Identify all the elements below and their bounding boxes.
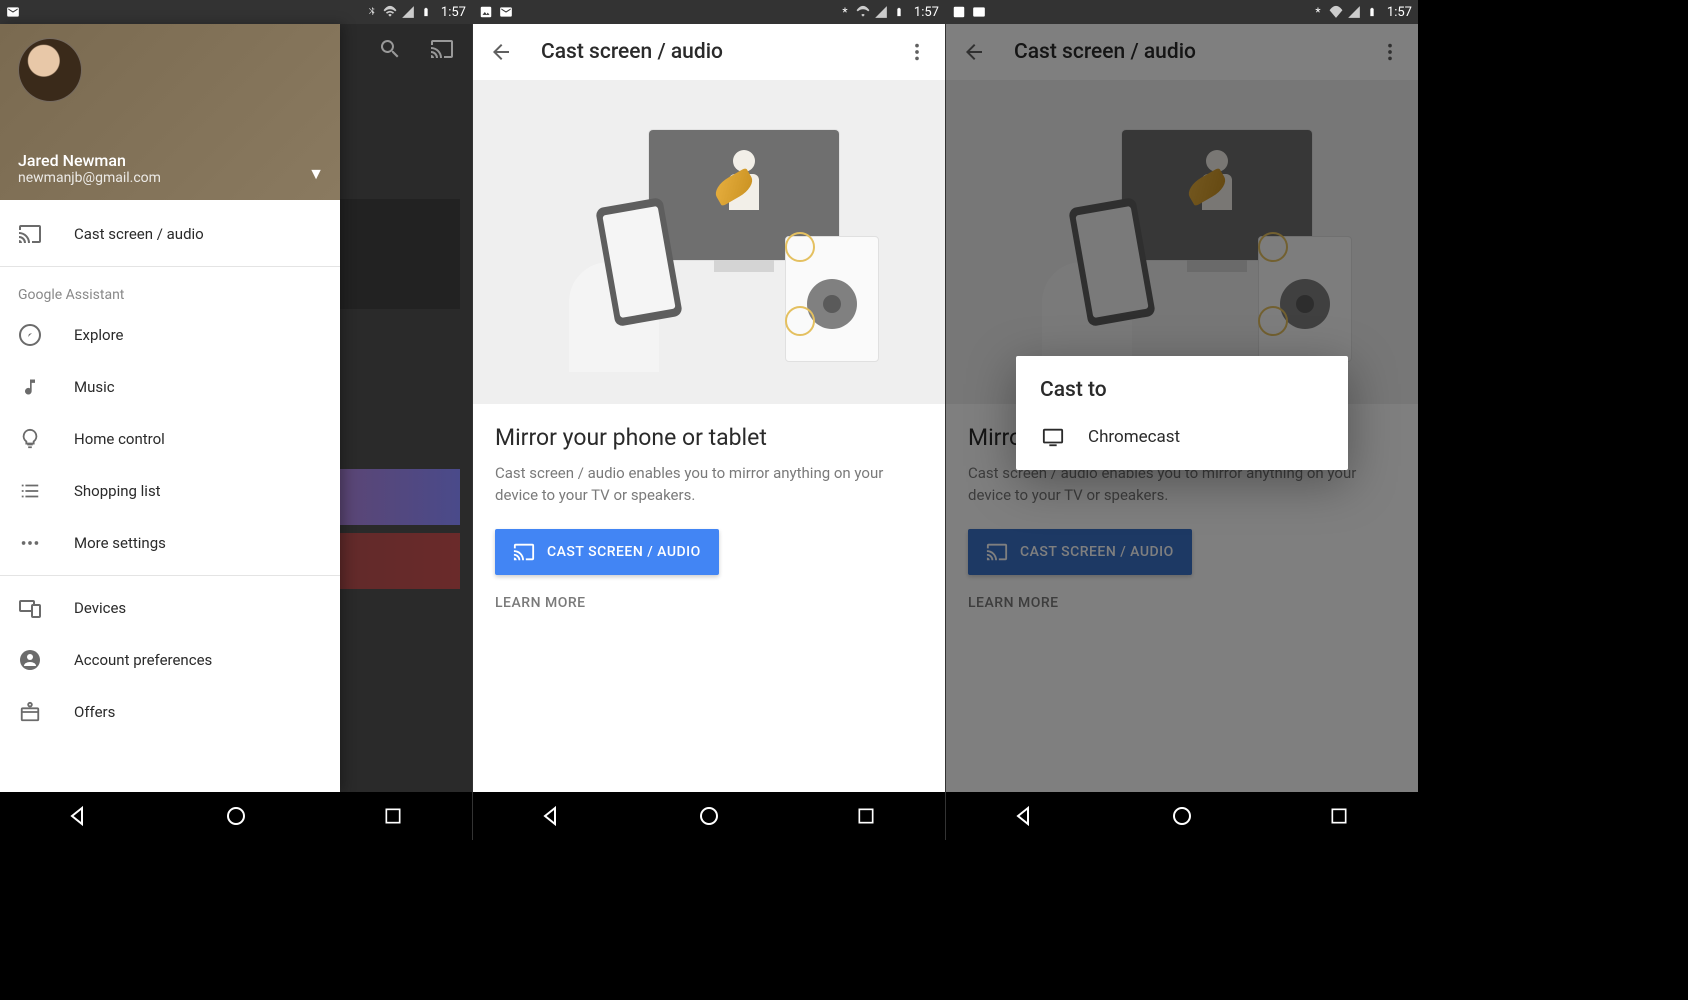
drawer-item-cast[interactable]: Cast screen / audio bbox=[0, 208, 340, 260]
compass-icon bbox=[18, 323, 42, 347]
drawer-item-label: Home control bbox=[74, 430, 165, 448]
home-button[interactable] bbox=[1168, 802, 1196, 830]
recents-button[interactable] bbox=[1325, 802, 1353, 830]
cast-button[interactable]: CAST SCREEN / AUDIO bbox=[495, 529, 719, 575]
battery-icon bbox=[419, 5, 433, 19]
wifi-icon bbox=[856, 5, 870, 19]
system-nav-bar bbox=[0, 792, 472, 840]
drawer-item-devices[interactable]: Devices bbox=[0, 582, 340, 634]
learn-more-link[interactable]: LEARN MORE bbox=[495, 595, 923, 611]
bluetooth-icon: * bbox=[838, 5, 852, 19]
signal-icon bbox=[874, 5, 888, 19]
drawer-item-label: Offers bbox=[74, 703, 115, 721]
back-button[interactable] bbox=[538, 802, 566, 830]
drawer-item-label: Shopping list bbox=[74, 482, 161, 500]
nav-drawer: Jared Newman newmanjb@gmail.com ▼ Cast s… bbox=[0, 24, 340, 792]
music-note-icon bbox=[18, 375, 42, 399]
signal-icon bbox=[401, 5, 415, 19]
image-icon bbox=[479, 5, 493, 19]
chevron-down-icon[interactable]: ▼ bbox=[308, 164, 324, 184]
drawer-item-label: Devices bbox=[74, 599, 126, 617]
account-icon bbox=[18, 648, 42, 672]
drawer-item-account[interactable]: Account preferences bbox=[0, 634, 340, 686]
back-button[interactable] bbox=[1011, 802, 1039, 830]
user-name: Jared Newman bbox=[18, 151, 322, 170]
screen-2: * 1:57 Cast screen / audio Mirror your p… bbox=[473, 0, 946, 840]
system-nav-bar bbox=[473, 792, 945, 840]
drawer-item-home-control[interactable]: Home control bbox=[0, 413, 340, 465]
tv-icon bbox=[1040, 426, 1066, 448]
signal-icon bbox=[1347, 5, 1361, 19]
drawer-item-label: Cast screen / audio bbox=[74, 225, 204, 243]
search-icon[interactable] bbox=[378, 37, 402, 61]
home-button[interactable] bbox=[222, 802, 250, 830]
battery-icon bbox=[1365, 5, 1379, 19]
user-email: newmanjb@gmail.com bbox=[18, 170, 322, 186]
drawer-item-label: More settings bbox=[74, 534, 166, 552]
drawer-item-more-settings[interactable]: More settings bbox=[0, 517, 340, 569]
avatar[interactable] bbox=[18, 38, 82, 102]
divider bbox=[0, 575, 340, 576]
status-bar: * 1:57 bbox=[946, 0, 1418, 24]
system-nav-bar bbox=[946, 792, 1418, 840]
drawer-item-label: Explore bbox=[74, 326, 124, 344]
recents-button[interactable] bbox=[379, 802, 407, 830]
image-icon bbox=[952, 5, 966, 19]
dialog-title: Cast to bbox=[1016, 378, 1348, 416]
gmail-icon bbox=[6, 5, 20, 19]
wifi-icon bbox=[383, 5, 397, 19]
bluetooth-icon: * bbox=[1311, 5, 1325, 19]
recents-button[interactable] bbox=[852, 802, 880, 830]
bluetooth-icon bbox=[365, 5, 379, 19]
list-icon bbox=[18, 479, 42, 503]
gmail-icon bbox=[972, 5, 986, 19]
illustration bbox=[473, 80, 945, 404]
screen-3: * 1:57 Cast screen / audio Mirror your p… bbox=[946, 0, 1418, 840]
clock: 1:57 bbox=[914, 5, 939, 20]
drawer-item-music[interactable]: Music bbox=[0, 361, 340, 413]
offers-icon bbox=[18, 700, 42, 724]
back-button[interactable] bbox=[65, 802, 93, 830]
cast-target-label: Chromecast bbox=[1088, 427, 1180, 447]
drawer-item-label: Account preferences bbox=[74, 651, 212, 669]
home-button[interactable] bbox=[695, 802, 723, 830]
gmail-icon bbox=[499, 5, 513, 19]
more-horiz-icon bbox=[18, 531, 42, 555]
drawer-item-shopping-list[interactable]: Shopping list bbox=[0, 465, 340, 517]
drawer-header[interactable]: Jared Newman newmanjb@gmail.com ▼ bbox=[0, 24, 340, 200]
bulb-icon bbox=[18, 427, 42, 451]
clock: 1:57 bbox=[441, 5, 466, 20]
cast-icon bbox=[18, 222, 42, 246]
battery-icon bbox=[892, 5, 906, 19]
app-bar: Cast screen / audio bbox=[473, 24, 945, 80]
cast-button-label: CAST SCREEN / AUDIO bbox=[547, 544, 701, 560]
cast-target-item[interactable]: Chromecast bbox=[1016, 416, 1348, 458]
drawer-item-label: Music bbox=[74, 378, 115, 396]
cast-icon bbox=[513, 541, 535, 563]
status-bar: 1:57 bbox=[0, 0, 472, 24]
status-bar: * 1:57 bbox=[473, 0, 945, 24]
wifi-icon bbox=[1329, 5, 1343, 19]
devices-icon bbox=[18, 596, 42, 620]
app-bar-title: Cast screen / audio bbox=[541, 40, 723, 64]
drawer-item-offers[interactable]: Offers bbox=[0, 686, 340, 738]
divider bbox=[0, 266, 340, 267]
drawer-section-header: Google Assistant bbox=[0, 273, 340, 309]
cast-icon[interactable] bbox=[430, 37, 454, 61]
page-heading: Mirror your phone or tablet bbox=[495, 424, 923, 451]
back-arrow-icon[interactable] bbox=[489, 40, 513, 64]
overflow-menu-icon[interactable] bbox=[905, 40, 929, 64]
drawer-item-explore[interactable]: Explore bbox=[0, 309, 340, 361]
clock: 1:57 bbox=[1387, 5, 1412, 20]
screen-1: 1:57 DISCOVER OPEN APP Game of Thro 4 Pr… bbox=[0, 0, 473, 840]
cast-to-dialog: Cast to Chromecast bbox=[1016, 356, 1348, 470]
page-description: Cast screen / audio enables you to mirro… bbox=[495, 463, 923, 507]
